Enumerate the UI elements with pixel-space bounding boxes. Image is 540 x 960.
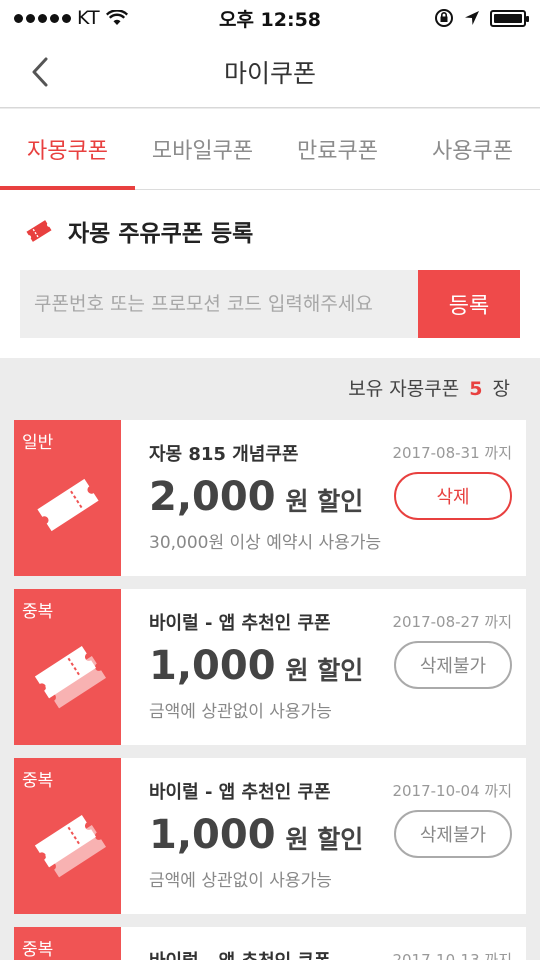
coupon-count-summary: 보유 자몽쿠폰 5 장 [348,374,510,401]
register-title: 자몽 주유쿠폰 등록 [68,221,254,247]
wifi-icon [105,10,128,25]
coupon-type-badge: 중복 [22,602,54,622]
coupon-expiry: 2017-10-13 까지 [392,951,512,960]
ticket-icon [26,220,52,242]
coupon-stub: 일반 [14,420,121,576]
discount-unit: 원 할인 [285,656,364,685]
double-ticket-icon [34,646,107,709]
coupon-expiry: 2017-10-04 까지 [392,782,512,800]
coupon-amount: 1,000 원 할인 [149,812,363,858]
tab-mobile-coupon[interactable]: 모바일쿠폰 [135,109,270,189]
coupon-condition: 금액에 상관없이 사용가능 [149,702,332,722]
coupon-type-badge: 중복 [22,940,54,960]
ticket-icon [37,478,99,532]
signal-icon [14,13,71,23]
coupon-expiry: 2017-08-27 까지 [392,613,512,631]
coupon-register-section: 자몽 주유쿠폰 등록 등록 [0,190,540,358]
coupon-amount: 1,000 원 할인 [149,643,363,689]
delete-disabled-button[interactable]: 삭제불가 [394,641,512,689]
location-arrow-icon [465,11,479,25]
page-title: 마이쿠폰 [223,58,316,88]
coupon-name: 자몽 815 개념쿠폰 [149,444,299,465]
coupon-body: 바이럴 - 앱 추천인 쿠폰 2017-10-04 까지 1,000 원 할인 … [121,758,526,914]
coupon-card: 중복 바이럴 - 앱 추천인 쿠폰 2017-10-04 까지 1,000 원 … [14,758,526,914]
discount-value: 1,000 [149,812,276,858]
coupon-condition: 30,000원 이상 예약시 사용가능 [149,533,382,553]
back-arrow-icon[interactable] [26,54,56,90]
delete-disabled-button[interactable]: 삭제불가 [394,810,512,858]
carrier-group: KT [14,7,184,29]
register-button[interactable]: 등록 [418,270,520,338]
coupon-amount: 2,000 원 할인 [149,474,363,520]
discount-value: 1,000 [149,643,276,689]
coupon-tabs: 자몽쿠폰 모바일쿠폰 만료쿠폰 사용쿠폰 [0,109,540,190]
coupon-condition: 금액에 상관없이 사용가능 [149,871,332,891]
coupon-name: 바이럴 - 앱 추천인 쿠폰 [149,613,331,634]
carrier-label: KT [77,7,100,29]
tab-jamong-coupon[interactable]: 자몽쿠폰 [0,109,135,190]
coupon-stub: 중복 [14,589,121,745]
coupon-card: 중복 바이럴 - 앱 추천인 쿠폰 2017-10-13 까지 [14,927,526,960]
status-icons [356,8,529,28]
coupon-code-input[interactable] [20,270,418,338]
rotation-lock-icon [435,9,453,27]
double-ticket-icon [34,815,107,878]
coupon-type-badge: 중복 [22,771,54,791]
battery-icon [490,9,529,27]
register-heading: 자몽 주유쿠폰 등록 [24,214,253,248]
count-prefix: 보유 자몽쿠폰 [348,378,460,400]
coupon-name: 바이럴 - 앱 추천인 쿠폰 [149,947,331,960]
discount-unit: 원 할인 [285,487,364,516]
coupon-expiry: 2017-08-31 까지 [392,444,512,462]
tab-expired-coupon[interactable]: 만료쿠폰 [270,109,405,189]
coupon-type-badge: 일반 [22,433,54,453]
coupon-stub: 중복 [14,927,121,960]
coupon-body: 바이럴 - 앱 추천인 쿠폰 2017-08-27 까지 1,000 원 할인 … [121,589,526,745]
app-header: 마이쿠폰 [0,36,540,108]
count-number: 5 [469,378,483,400]
coupon-body: 자몽 815 개념쿠폰 2017-08-31 까지 2,000 원 할인 30,… [121,420,526,576]
discount-value: 2,000 [149,474,276,520]
discount-unit: 원 할인 [285,825,364,854]
count-suffix: 장 [492,378,510,400]
tab-used-coupon[interactable]: 사용쿠폰 [405,109,540,189]
coupon-body: 바이럴 - 앱 추천인 쿠폰 2017-10-13 까지 [121,927,526,960]
coupon-card: 중복 바이럴 - 앱 추천인 쿠폰 2017-08-27 까지 1,000 원 … [14,589,526,745]
coupon-stub: 중복 [14,758,121,914]
status-time: 오후 12:58 [218,8,322,31]
coupon-card: 일반 자몽 815 개념쿠폰 2017-08-31 까지 2,000 원 할인 … [14,420,526,576]
status-bar: KT 오후 12:58 [0,0,540,36]
coupon-name: 바이럴 - 앱 추천인 쿠폰 [149,782,331,803]
delete-button[interactable]: 삭제 [394,472,512,520]
